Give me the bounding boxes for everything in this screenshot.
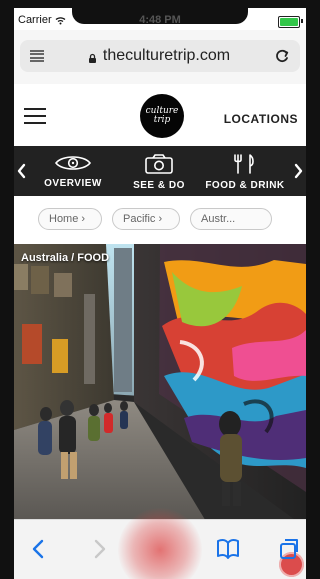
eye-icon bbox=[54, 156, 92, 170]
url-text[interactable]: theculturetrip.com bbox=[103, 47, 230, 65]
chevron-left-icon[interactable] bbox=[16, 162, 28, 180]
forward-icon[interactable] bbox=[86, 535, 112, 563]
record-icon[interactable] bbox=[146, 535, 304, 577]
breadcrumb-pacific[interactable]: Pacific › bbox=[112, 208, 180, 230]
hero-location-label: Australia / FOOD bbox=[21, 252, 110, 264]
culture-trip-logo[interactable]: culture trip bbox=[140, 94, 184, 138]
category-label: FOOD & DRINK bbox=[205, 180, 285, 191]
camera-icon bbox=[145, 154, 173, 174]
category-label: OVERVIEW bbox=[44, 178, 102, 189]
phone-right-bezel bbox=[306, 0, 320, 579]
category-food-drink[interactable]: FOOD & DRINK bbox=[202, 153, 288, 191]
breadcrumb-home[interactable]: Home › bbox=[38, 208, 102, 230]
graffiti-laneway-photo bbox=[14, 244, 306, 528]
reload-icon[interactable] bbox=[274, 48, 290, 64]
bookmarks-icon[interactable] bbox=[215, 535, 241, 563]
fork-knife-icon bbox=[234, 154, 254, 174]
logo-text: culture trip bbox=[145, 106, 179, 125]
category-nav: OVERVIEW SEE & DO FOOD & DRINK bbox=[14, 146, 306, 196]
locations-link[interactable]: LOCATIONS bbox=[224, 112, 298, 126]
breadcrumb: Home › Pacific › Austr... bbox=[14, 196, 306, 244]
reader-view-icon[interactable] bbox=[30, 50, 44, 62]
tabs-icon[interactable] bbox=[276, 535, 302, 563]
hero-image[interactable]: Australia / FOOD bbox=[14, 244, 306, 528]
screen: Carrier 4:48 PM theculturetrip.com cultu… bbox=[14, 8, 306, 579]
lock-icon bbox=[88, 51, 97, 63]
hamburger-menu-icon[interactable] bbox=[24, 108, 46, 124]
phone-frame: Carrier 4:48 PM theculturetrip.com cultu… bbox=[0, 0, 320, 579]
chevron-right-icon[interactable] bbox=[292, 162, 304, 180]
breadcrumb-australia[interactable]: Austr... bbox=[190, 208, 272, 230]
browser-url-area: theculturetrip.com bbox=[14, 30, 306, 85]
url-display[interactable]: theculturetrip.com bbox=[44, 47, 274, 65]
url-bar[interactable]: theculturetrip.com bbox=[20, 40, 300, 72]
category-label: SEE & DO bbox=[133, 180, 185, 191]
category-see-do[interactable]: SEE & DO bbox=[116, 153, 202, 191]
phone-left-bezel bbox=[0, 0, 14, 579]
browser-toolbar bbox=[14, 508, 306, 579]
site-header: culture trip LOCATIONS bbox=[14, 84, 306, 146]
category-overview[interactable]: OVERVIEW bbox=[30, 153, 116, 191]
status-time: 4:48 PM bbox=[139, 14, 181, 26]
back-icon[interactable] bbox=[26, 535, 52, 563]
